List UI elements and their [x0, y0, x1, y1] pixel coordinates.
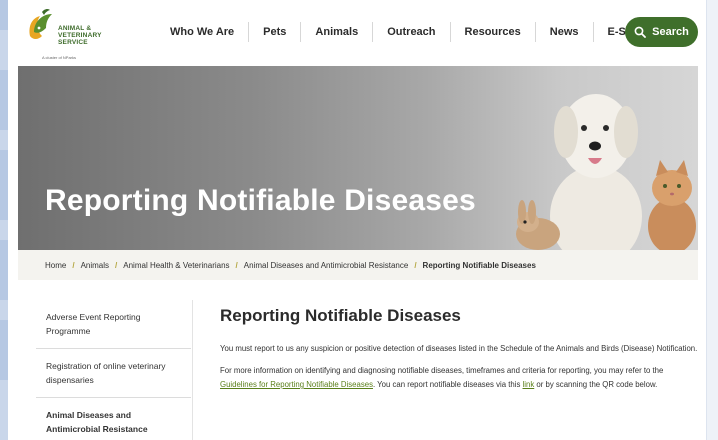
- logo-wordmark: ANIMAL & VETERINARY SERVICE: [58, 25, 102, 46]
- hero-title: Reporting Notifiable Diseases: [45, 184, 476, 217]
- sidebar-item-online-dispensaries[interactable]: Registration of online veterinary dispen…: [36, 349, 191, 398]
- strip-block: [0, 0, 8, 30]
- strip-block: [0, 70, 8, 130]
- nav-resources[interactable]: Resources: [451, 22, 536, 42]
- nav-animals[interactable]: Animals: [301, 22, 374, 42]
- nav-news[interactable]: News: [536, 22, 594, 42]
- search-button[interactable]: Search: [625, 17, 698, 47]
- cat-head: [652, 170, 692, 206]
- search-button-label: Search: [652, 26, 689, 38]
- dog-ear-left: [554, 106, 578, 158]
- breadcrumb-animal-diseases[interactable]: Animal Diseases and Antimicrobial Resist…: [244, 261, 409, 270]
- nav-who-we-are[interactable]: Who We Are: [156, 22, 250, 42]
- guidelines-link[interactable]: Guidelines for Reporting Notifiable Dise…: [220, 380, 373, 389]
- report-link[interactable]: link: [523, 380, 535, 389]
- nav-pets[interactable]: Pets: [249, 22, 302, 42]
- logo-line-2: VETERINARY: [58, 32, 102, 39]
- sidebar-item-animal-diseases[interactable]: Animal Diseases and Antimicrobial Resist…: [36, 398, 191, 440]
- logo-line-1: ANIMAL &: [58, 25, 92, 32]
- breadcrumb-current: Reporting Notifiable Diseases: [422, 260, 536, 270]
- sidebar-divider: [192, 300, 193, 440]
- breadcrumb-separator: /: [235, 260, 238, 270]
- logo-line-3: SERVICE: [58, 39, 88, 46]
- main-navigation: Who We Are Pets Animals Outreach Resourc…: [156, 20, 678, 44]
- site-header: ANIMAL & VETERINARY SERVICE A cluster of…: [8, 0, 706, 66]
- breadcrumb-animals[interactable]: Animals: [81, 261, 109, 270]
- paragraph-text: For more information on identifying and …: [220, 366, 664, 375]
- breadcrumb: Home / Animals / Animal Health & Veterin…: [18, 250, 698, 280]
- paragraph-text: . You can report notifiable diseases via…: [372, 380, 523, 389]
- breadcrumb-home[interactable]: Home: [45, 261, 66, 270]
- hero-banner: Reporting Notifiable Diseases: [18, 66, 698, 250]
- right-window-strip: [706, 0, 718, 440]
- search-icon: [634, 26, 647, 38]
- intro-paragraph: You must report to us any suspicion or p…: [220, 344, 698, 353]
- logo-icon: [29, 8, 52, 39]
- strip-block: [0, 240, 8, 300]
- strip-block: [0, 150, 8, 220]
- main-content: Reporting Notifiable Diseases You must r…: [220, 306, 700, 400]
- pets-illustration: [516, 94, 696, 250]
- breadcrumb-separator: /: [72, 260, 75, 270]
- dog-body: [550, 166, 642, 250]
- sidebar-item-adverse-event[interactable]: Adverse Event Reporting Programme: [36, 300, 191, 349]
- logo-tagline: A cluster of NParks: [42, 55, 77, 60]
- breadcrumb-separator: /: [414, 260, 417, 270]
- sidebar: Adverse Event Reporting Programme Regist…: [36, 300, 191, 440]
- reporting-paragraph: For more information on identifying and …: [220, 364, 700, 392]
- paragraph-text: or by scanning the QR code below.: [534, 380, 658, 389]
- dog-ear-right: [614, 106, 638, 158]
- strip-block: [0, 320, 8, 380]
- nav-outreach[interactable]: Outreach: [373, 22, 451, 42]
- page-title: Reporting Notifiable Diseases: [220, 306, 461, 325]
- site-logo[interactable]: ANIMAL & VETERINARY SERVICE A cluster of…: [22, 6, 132, 62]
- breadcrumb-separator: /: [115, 260, 118, 270]
- left-window-strip: [0, 0, 8, 440]
- breadcrumb-animal-health[interactable]: Animal Health & Veterinarians: [123, 261, 229, 270]
